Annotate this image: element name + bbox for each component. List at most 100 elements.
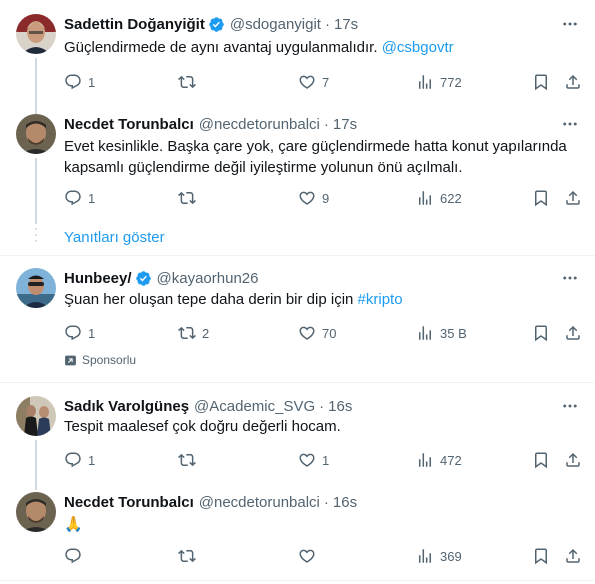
post-text: 🙏 [64,514,579,535]
post-time[interactable]: 16s [328,398,352,415]
share-button[interactable] [564,450,582,470]
like-button[interactable] [298,546,322,566]
share-icon [564,73,582,91]
views-count: 622 [440,190,462,206]
post-text-body: Tespit maalesef çok doğru değerli hocam. [64,418,341,435]
sponsored-label: Sponsorlu [64,353,136,367]
like-count: 7 [322,74,330,90]
divider [0,580,595,581]
more-icon[interactable] [559,114,581,134]
author-name[interactable]: Hunbeey/ [64,270,132,287]
post-text: Evet kesinlikle. Başka çare yok, çare gü… [64,136,579,178]
separator-dot: · [323,115,329,133]
repost-button[interactable] [178,188,202,208]
show-replies-link[interactable]: Yanıtları göster [64,229,165,246]
separator-dot: · [323,493,329,511]
separator-dot: · [324,15,330,33]
post-header: Sadettin Doğanyiğit @sdoganyigit · 17s [64,14,358,34]
author-name[interactable]: Sadık Varolgüneş [64,398,189,415]
like-button[interactable]: 1 [298,450,329,470]
like-button[interactable]: 7 [298,72,329,92]
post-actions: 369 [64,546,582,566]
repost-button[interactable] [178,546,202,566]
views-icon [416,189,434,207]
author-name[interactable]: Sadettin Doğanyiğit [64,16,205,33]
reply-button[interactable] [64,546,88,566]
post-text-body: 🙏 [64,516,83,533]
bookmark-button[interactable] [532,323,550,343]
avatar[interactable] [16,114,56,154]
author-handle[interactable]: @kayaorhun26 [157,270,259,287]
post-actions: 1 1 472 [64,450,582,470]
hashtag-link[interactable]: #kripto [358,291,403,308]
avatar[interactable] [16,396,56,436]
verified-icon [208,16,225,33]
bookmark-button[interactable] [532,450,550,470]
reply-button[interactable]: 1 [64,72,95,92]
post-header: Sadık Varolgüneş @Academic_SVG · 16s [64,396,352,416]
share-icon [564,324,582,342]
mention-link[interactable]: @csbgovtr [382,39,454,56]
more-icon[interactable] [559,14,581,34]
reply-button[interactable]: 1 [64,188,95,208]
reply-count: 1 [88,74,96,90]
repost-button[interactable] [178,72,202,92]
views-button[interactable]: 772 [416,72,462,92]
reply-count: 1 [88,325,96,341]
author-name[interactable]: Necdet Torunbalcı [64,116,194,133]
thread-dots [34,228,38,246]
author-handle[interactable]: @Academic_SVG [194,398,315,415]
post-time[interactable]: 17s [334,16,358,33]
verified-icon [135,270,152,287]
avatar[interactable] [16,492,56,532]
thread-line [35,158,37,224]
reply-button[interactable]: 1 [64,323,95,343]
author-handle[interactable]: @necdetorunbalci [199,116,320,133]
reply-icon [64,451,82,469]
post-time[interactable]: 17s [333,116,357,133]
reply-icon [64,324,82,342]
like-button[interactable]: 70 [298,323,336,343]
post-text-line-2: kapsamlı güçlendirme değil iyileştirme y… [64,159,463,176]
thread-line [35,58,37,114]
bookmark-icon [532,547,550,565]
post-time[interactable]: 16s [333,494,357,511]
more-icon[interactable] [559,396,581,416]
thread-line [35,440,37,490]
views-icon [416,451,434,469]
repost-icon [178,451,196,469]
views-button[interactable]: 472 [416,450,462,470]
post-header: Hunbeey/ @kayaorhun26 [64,268,258,288]
views-count: 35 B [440,325,467,341]
like-icon [298,189,316,207]
views-button[interactable]: 35 B [416,323,467,343]
reply-button[interactable]: 1 [64,450,95,470]
sponsored-text: Sponsorlu [82,353,137,367]
repost-button[interactable]: 2 [178,323,209,343]
author-name[interactable]: Necdet Torunbalcı [64,494,194,511]
share-icon [564,547,582,565]
divider [0,382,595,383]
repost-icon [178,547,196,565]
share-button[interactable] [564,188,582,208]
avatar[interactable] [16,14,56,54]
post-text-body: Şuan her oluşan tepe daha derin bir dip … [64,291,354,308]
bookmark-button[interactable] [532,72,550,92]
share-button[interactable] [564,323,582,343]
avatar[interactable] [16,268,56,308]
post-header: Necdet Torunbalcı @necdetorunbalci · 16s [64,492,357,512]
repost-button[interactable] [178,450,202,470]
post-header: Necdet Torunbalcı @necdetorunbalci · 17s [64,114,357,134]
bookmark-button[interactable] [532,188,550,208]
share-button[interactable] [564,546,582,566]
views-button[interactable]: 369 [416,546,462,566]
share-button[interactable] [564,72,582,92]
divider [0,255,595,256]
bookmark-button[interactable] [532,546,550,566]
views-button[interactable]: 622 [416,188,462,208]
author-handle[interactable]: @necdetorunbalci [199,494,320,511]
like-button[interactable]: 9 [298,188,329,208]
views-icon [416,547,434,565]
author-handle[interactable]: @sdoganyigit [230,16,321,33]
more-icon[interactable] [559,268,581,288]
